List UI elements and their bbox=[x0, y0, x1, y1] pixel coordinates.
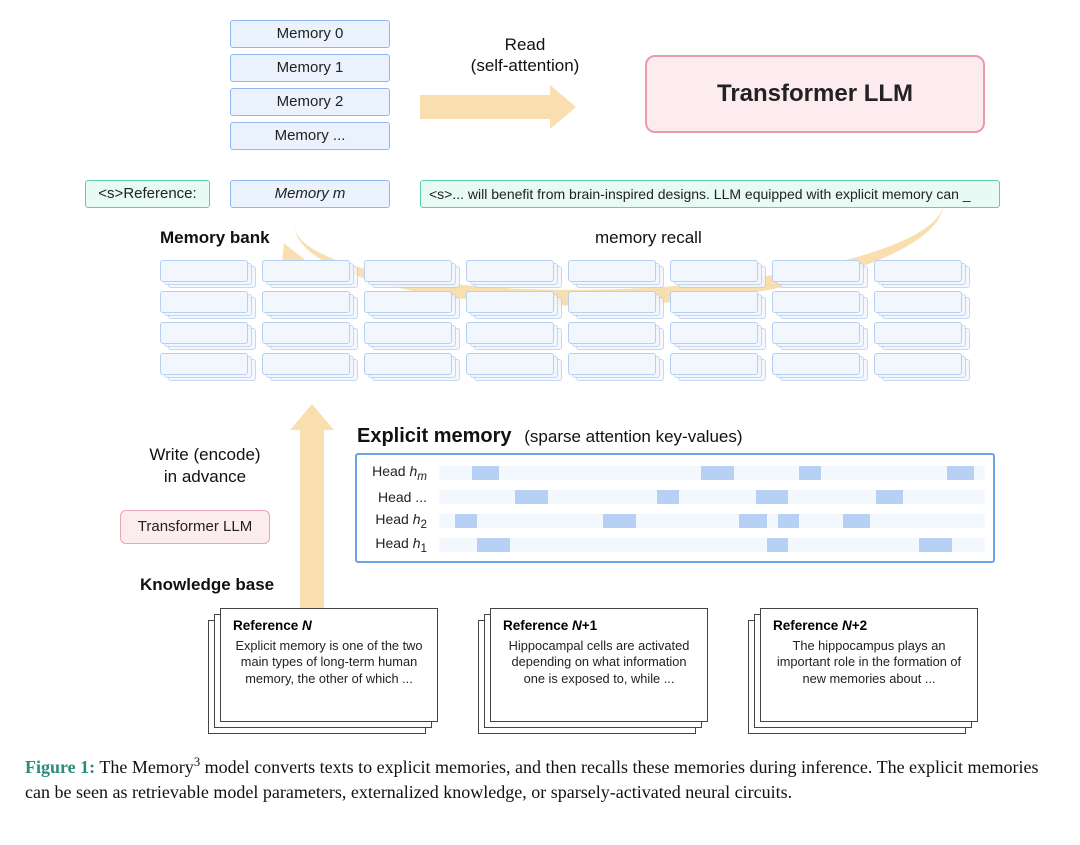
write-label: Write (encode) bbox=[125, 445, 285, 465]
kv-block bbox=[843, 514, 870, 528]
memory-bank-card bbox=[670, 260, 758, 282]
head-track bbox=[439, 514, 985, 528]
memory-bank-card bbox=[364, 353, 452, 375]
memory-bank-card bbox=[568, 291, 656, 313]
read-label: Read bbox=[465, 35, 585, 55]
head-track bbox=[439, 466, 985, 480]
kv-block bbox=[799, 466, 821, 480]
memory-bank-card bbox=[670, 353, 758, 375]
memory-bank-card bbox=[364, 291, 452, 313]
head-track bbox=[439, 490, 985, 504]
memory-bank-card bbox=[262, 260, 350, 282]
kv-block bbox=[919, 538, 952, 552]
memory-bank-card bbox=[160, 291, 248, 313]
reference-token: <s>Reference: bbox=[85, 180, 210, 208]
reference-body: The hippocampus plays an important role … bbox=[773, 638, 965, 688]
transformer-llm-box: Transformer LLM bbox=[645, 55, 985, 133]
kv-block bbox=[767, 538, 789, 552]
memory-bank-card bbox=[772, 322, 860, 344]
kv-block bbox=[739, 514, 766, 528]
memory-bank-card bbox=[262, 291, 350, 313]
head-track bbox=[439, 538, 985, 552]
memory-bank-card bbox=[160, 260, 248, 282]
memory-bank-card bbox=[772, 260, 860, 282]
read-arrow-icon bbox=[420, 95, 550, 119]
kv-block bbox=[756, 490, 789, 504]
memory-bank-card bbox=[772, 291, 860, 313]
memory-bank-card bbox=[262, 322, 350, 344]
kv-block bbox=[515, 490, 548, 504]
kv-block bbox=[455, 514, 477, 528]
attention-head-row: Head h2 bbox=[365, 509, 985, 533]
architecture-figure: Memory 0 Memory 1 Memory 2 Memory ... Me… bbox=[25, 10, 1055, 750]
memory-slot: Memory 0 bbox=[230, 20, 390, 48]
transformer-llm-small-box: Transformer LLM bbox=[120, 510, 270, 544]
memory-recall-label: memory recall bbox=[595, 228, 702, 248]
kv-block bbox=[472, 466, 499, 480]
memory-slot: Memory 1 bbox=[230, 54, 390, 82]
reference-title: Reference N+2 bbox=[773, 617, 965, 635]
reference-body: Explicit memory is one of the two main t… bbox=[233, 638, 425, 688]
memory-bank-card bbox=[466, 260, 554, 282]
kv-block bbox=[477, 538, 510, 552]
explicit-memory-label: Explicit memory bbox=[357, 425, 512, 447]
write-arrow-icon bbox=[300, 430, 324, 610]
memory-bank-label: Memory bank bbox=[160, 228, 270, 248]
explicit-memory-box: Head hm Head ... Head h2 Head h1 bbox=[355, 453, 995, 563]
memory-bank-card bbox=[466, 291, 554, 313]
head-label: Head ... bbox=[365, 489, 433, 505]
reference-card: Reference N Explicit memory is one of the… bbox=[220, 608, 448, 728]
memory-bank-card bbox=[364, 322, 452, 344]
memory-bank-card bbox=[160, 322, 248, 344]
figure-caption: Figure 1: The Memory3 model converts tex… bbox=[25, 754, 1055, 805]
knowledge-base-label: Knowledge base bbox=[140, 575, 274, 595]
reference-title: Reference N bbox=[233, 617, 425, 635]
memory-bank-card bbox=[874, 322, 962, 344]
figure-number: Figure 1: bbox=[25, 757, 95, 777]
reference-body: Hippocampal cells are activated dependin… bbox=[503, 638, 695, 688]
memory-bank-card bbox=[466, 353, 554, 375]
attention-head-row: Head h1 bbox=[365, 533, 985, 557]
head-label: Head h2 bbox=[365, 511, 433, 531]
self-attention-label: (self-attention) bbox=[445, 56, 605, 76]
memory-bank-card bbox=[262, 353, 350, 375]
kv-block bbox=[778, 514, 800, 528]
reference-card: Reference N+1 Hippocampal cells are activ… bbox=[490, 608, 718, 728]
memory-bank-card bbox=[568, 260, 656, 282]
attention-head-row: Head hm bbox=[365, 461, 985, 485]
memory-bank-card bbox=[874, 353, 962, 375]
in-advance-label: in advance bbox=[125, 467, 285, 487]
kv-block bbox=[876, 490, 903, 504]
memory-bank-grid bbox=[160, 260, 990, 390]
kv-block bbox=[701, 466, 734, 480]
memory-bank-card bbox=[670, 291, 758, 313]
kv-block bbox=[947, 466, 974, 480]
memory-bank-card bbox=[874, 291, 962, 313]
memory-bank-card bbox=[670, 322, 758, 344]
memory-bank-card bbox=[364, 260, 452, 282]
sparse-kv-label: (sparse attention key-values) bbox=[524, 427, 742, 446]
reference-card: Reference N+2 The hippocampus plays an im… bbox=[760, 608, 988, 728]
memory-slot: Memory 2 bbox=[230, 88, 390, 116]
kv-block bbox=[657, 490, 679, 504]
memory-bank-card bbox=[568, 322, 656, 344]
memory-bank-card bbox=[466, 322, 554, 344]
reference-title: Reference N+1 bbox=[503, 617, 695, 635]
head-label: Head h1 bbox=[365, 535, 433, 555]
memory-bank-card bbox=[160, 353, 248, 375]
memory-bank-card bbox=[874, 260, 962, 282]
memory-bank-card bbox=[568, 353, 656, 375]
memory-slot: Memory ... bbox=[230, 122, 390, 150]
attention-head-row: Head ... bbox=[365, 485, 985, 509]
memory-bank-card bbox=[772, 353, 860, 375]
kv-block bbox=[603, 514, 636, 528]
head-label: Head hm bbox=[365, 463, 433, 483]
